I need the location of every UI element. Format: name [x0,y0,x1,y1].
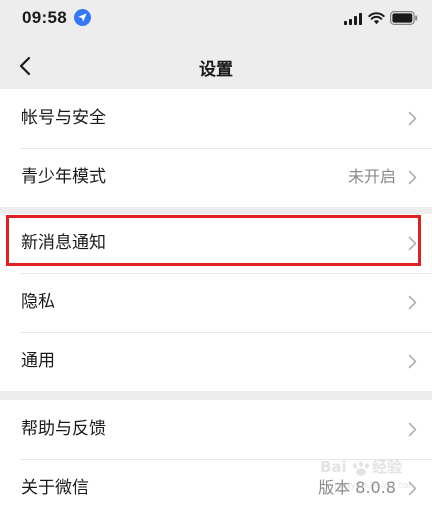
status-time: 09:58 [22,8,67,27]
chevron-right-icon [408,111,417,126]
row-label: 通用 [21,351,55,371]
settings-group-account: 帐号与安全 青少年模式 未开启 [0,89,432,207]
teen-mode-status: 未开启 [347,167,396,186]
settings-row-general[interactable]: 通用 [0,332,432,391]
status-bar: 09:58 [0,0,432,40]
cellular-signal-icon [344,13,362,25]
row-label: 隐私 [21,292,55,312]
wifi-icon [368,12,385,25]
chevron-right-icon [408,170,417,185]
settings-row-teen-mode[interactable]: 青少年模式 未开启 [0,148,432,207]
location-arrow-icon [74,9,91,26]
settings-group-about: 帮助与反馈 关于微信 版本 8.0.8 [0,400,432,518]
chevron-right-icon [408,295,417,310]
settings-row-account-security[interactable]: 帐号与安全 [0,89,432,148]
settings-row-notifications[interactable]: 新消息通知 [0,214,432,273]
settings-group-general: 新消息通知 隐私 通用 [0,214,432,391]
chevron-right-icon [408,236,417,251]
chevron-right-icon [408,422,417,437]
row-label: 帐号与安全 [21,108,106,128]
row-label: 帮助与反馈 [21,419,106,439]
page-title: 设置 [199,60,233,80]
row-label: 青少年模式 [21,167,106,187]
settings-row-privacy[interactable]: 隐私 [0,273,432,332]
battery-icon [390,11,418,25]
row-label: 新消息通知 [21,233,106,253]
chevron-right-icon [408,354,417,369]
row-label: 关于微信 [21,478,89,498]
settings-row-help-feedback[interactable]: 帮助与反馈 [0,400,432,459]
settings-row-about-wechat[interactable]: 关于微信 版本 8.0.8 [0,459,432,518]
version-value: 版本 8.0.8 [318,478,396,497]
nav-bar: 设置 [0,40,432,92]
chevron-right-icon [408,481,417,496]
